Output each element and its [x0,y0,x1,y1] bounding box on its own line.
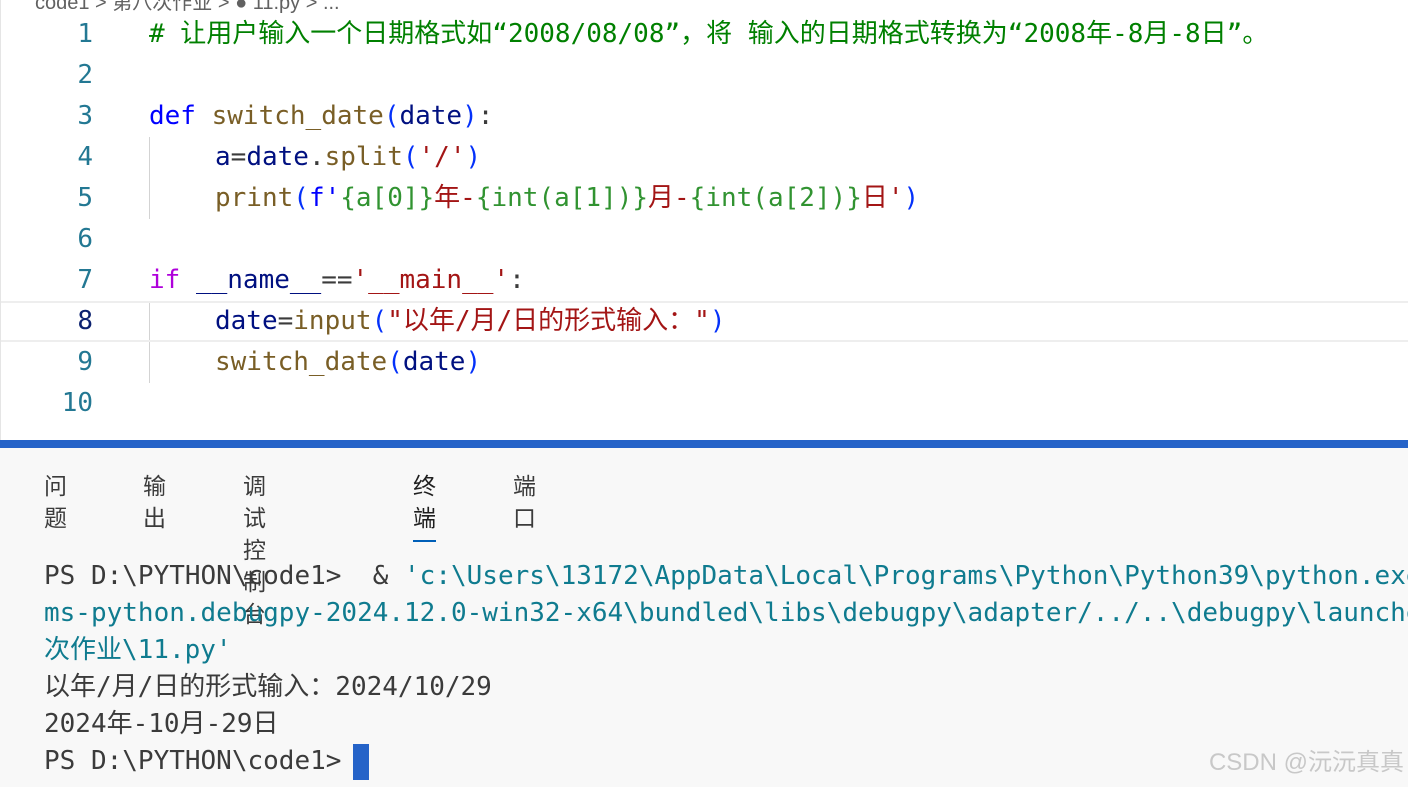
panel-resize-sash[interactable] [0,440,1408,448]
code-text: switch_date(date) [215,342,481,383]
terminal-prompt: PS D:\PYTHON\code1> & [44,561,405,591]
tab-ports[interactable]: 端口 [513,470,536,534]
operator-token: : [509,265,525,295]
current-code-line[interactable]: 8 date=input("以年/月/日的形式输入：") [1,301,1408,342]
string-token: 月- [648,183,690,213]
code-text: date=input("以年/月/日的形式输入：") [215,301,726,342]
line-number: 1 [77,19,93,49]
bottom-panel: 问题 输出 调试控制台 终端 端口 PS D:\PYTHON\code1> & … [0,448,1408,787]
operator-token: : [477,101,494,131]
string-token: 年- [434,183,476,213]
watermark: CSDN @沅沅真真 [1208,749,1404,776]
string-token: '/' [418,142,466,172]
code-line[interactable]: 3 def switch_date(date): [1,96,1408,137]
parameter-token: date [399,101,463,131]
bracket-token: ( [387,347,403,377]
line-number: 9 [77,347,93,377]
function-name-token: input [293,306,372,336]
code-line[interactable]: 4 a=date.split('/') [1,137,1408,178]
bracket-token: ) [903,183,920,213]
operator-token: = [230,142,247,172]
operator-token: = [277,306,294,336]
terminal-line: PS D:\PYTHON\code1> & 'c:\Users\13172\Ap… [44,558,1408,595]
line-number: 7 [77,265,93,295]
terminal-line: ms-python.debugpy-2024.12.0-win32-x64\bu… [44,595,1408,632]
terminal-path: 'c:\Users\13172\AppData\Local\Programs\P… [404,561,1408,591]
bracket-token: ) [465,142,482,172]
terminal-prompt: PS D:\PYTHON\code1> [44,746,342,776]
code-line[interactable]: 7 if __name__=='__main__': [1,260,1408,301]
operator-token: == [321,265,353,295]
line-number: 8 [77,306,93,336]
variable-token: date [402,347,466,377]
fstring-prefix-token: f' [308,183,341,213]
terminal-line: 2024年-10月-29日 [44,709,279,739]
terminal-cursor [353,743,370,780]
code-line[interactable]: 9 switch_date(date) [1,342,1408,383]
code-text: print(f'{a[0]}年-{int(a[1])}月-{int(a[2])}… [215,178,919,219]
bracket-token: ( [402,142,419,172]
interpolation-token: {int(a[2])} [689,183,862,213]
terminal-path: 次作业\11.py' [44,635,232,665]
function-name-token: print [215,183,294,213]
comment-text: # 让用户输入一个日期格式如“2008/08/08”，将 输入的日期格式转换为“… [149,19,1269,49]
terminal-path: ms-python.debugpy-2024.12.0-win32-x64\bu… [44,598,1408,628]
keyword-token: def [149,101,196,131]
interpolation-token: {a[0]} [340,183,435,213]
tab-output[interactable]: 输出 [143,470,166,534]
terminal-line: 以年/月/日的形式输入：2024/10/29 [44,672,492,702]
code-line[interactable]: 5 print(f'{a[0]}年-{int(a[1])}月-{int(a[2]… [1,178,1408,219]
variable-token: date [215,306,278,336]
code-text: if __name__=='__main__': [149,260,525,301]
function-name-token: switch_date [211,101,384,131]
operator-token: . [308,142,325,172]
function-name-token: switch_date [215,347,388,377]
line-number: 6 [77,224,93,254]
code-line[interactable]: 6 [1,219,1408,260]
terminal-line: 次作业\11.py' [44,632,1408,669]
tab-terminal[interactable]: 终端 [413,470,436,542]
line-number: 4 [77,142,93,172]
bracket-token: ) [465,347,482,377]
keyword-token: if [149,265,181,295]
string-token: '__main__' [352,265,510,295]
code-line[interactable]: 1 # 让用户输入一个日期格式如“2008/08/08”，将 输入的日期格式转换… [1,14,1408,55]
interpolation-token: {int(a[1])} [475,183,649,213]
code-text: def switch_date(date): [149,96,493,137]
bracket-token: ( [371,306,388,336]
code-line[interactable]: 10 [1,383,1408,424]
bracket-token: ) [462,101,478,131]
variable-token: date [246,142,309,172]
line-number: 10 [61,388,93,418]
bracket-token: ( [293,183,309,213]
variable-token: a [215,142,231,172]
string-token: 日' [861,183,904,213]
code-text: a=date.split('/') [215,137,481,178]
breadcrumb[interactable]: code1 > 第八次作业 > ● 11.py > ... [35,0,340,14]
terminal-output[interactable]: PS D:\PYTHON\code1> & 'c:\Users\13172\Ap… [44,558,1408,780]
line-number: 2 [77,60,93,90]
variable-token: __name__ [195,265,322,295]
bracket-token: ) [709,306,726,336]
function-name-token: split [324,142,403,172]
string-token: "以年/月/日的形式输入：" [387,306,710,336]
bracket-token: ( [383,101,400,131]
code-line[interactable]: 2 [1,55,1408,96]
terminal-line: PS D:\PYTHON\code1> [44,743,1408,780]
line-number: 3 [77,101,93,131]
line-number: 5 [77,183,93,213]
code-editor[interactable]: code1 > 第八次作业 > ● 11.py > ... 1 # 让用户输入一… [0,0,1408,440]
tab-problems[interactable]: 问题 [44,470,67,534]
